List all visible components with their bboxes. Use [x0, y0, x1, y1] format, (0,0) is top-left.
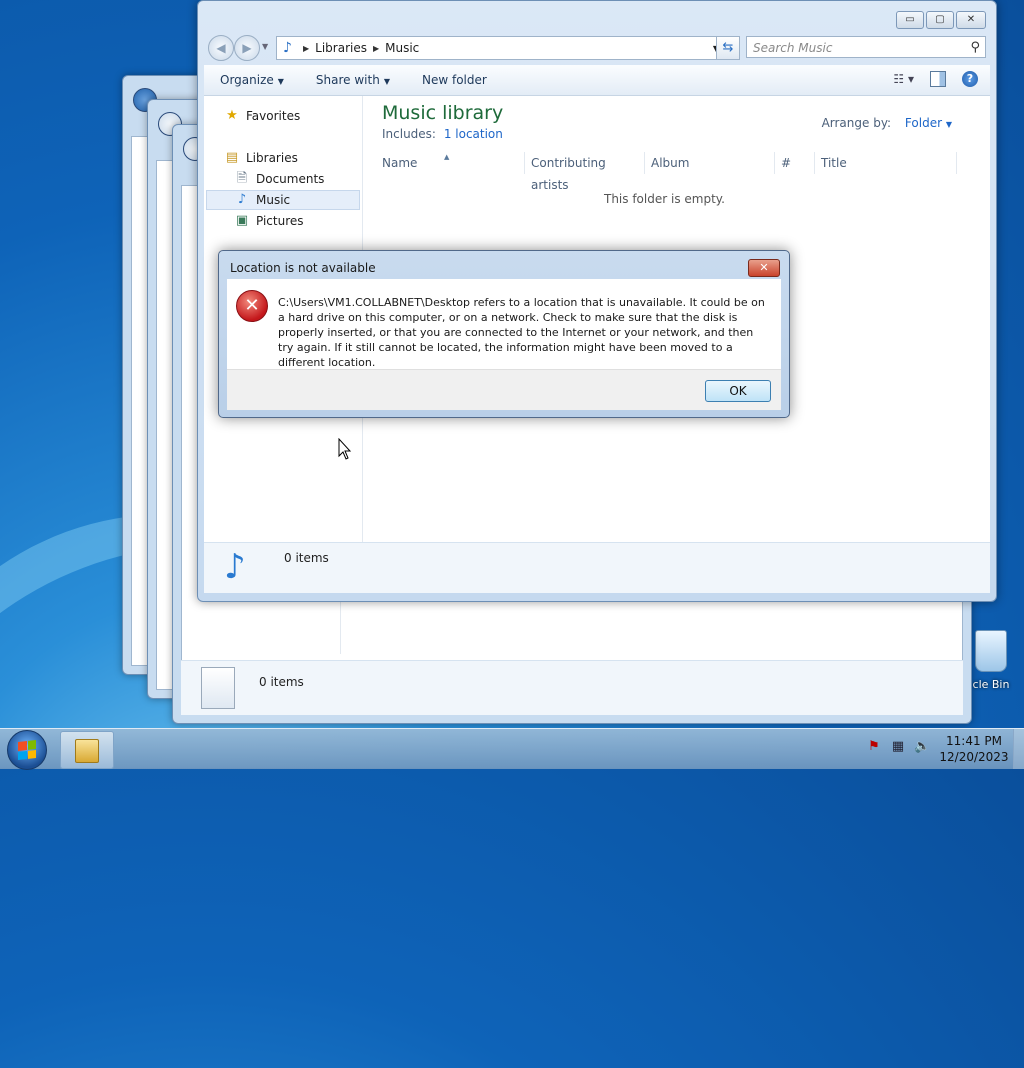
action-center-flag-icon[interactable]: ⚑ — [866, 739, 882, 755]
column-headers: ▲ Name Contributing artists Album # Title — [376, 152, 978, 192]
windows-logo-icon — [18, 740, 36, 760]
breadcrumb-libraries[interactable]: Libraries — [315, 41, 367, 55]
breadcrumb-separator-icon[interactable]: ▶ — [373, 44, 379, 53]
taskbar-windows-explorer[interactable] — [60, 731, 114, 769]
details-pane: ♪ 0 items — [204, 542, 990, 593]
close-button[interactable]: ✕ — [956, 11, 986, 29]
forward-button[interactable]: ▶ — [234, 35, 260, 61]
error-icon: ✕ — [236, 290, 268, 322]
dialog-message: C:\Users\VM1.COLLABNET\Desktop refers to… — [278, 296, 765, 369]
search-input[interactable]: Search Music ⚲ — [746, 36, 986, 58]
clock-date: 12/20/2023 — [939, 750, 1009, 764]
status-item-count: 0 items — [284, 551, 329, 565]
share-with-menu[interactable]: Share with ▼ — [300, 73, 406, 87]
folder-icon — [75, 739, 99, 763]
music-library-icon: ♪ — [224, 547, 246, 587]
breadcrumb-music[interactable]: Music — [385, 41, 419, 55]
chevron-down-icon: ▼ — [383, 77, 390, 86]
chevron-down-icon: ▼ — [945, 120, 952, 129]
library-title: Music library — [382, 102, 504, 124]
preview-pane-icon[interactable] — [930, 71, 946, 87]
music-note-icon: ♪ — [283, 40, 292, 56]
dialog-footer: OK — [227, 369, 781, 410]
search-icon: ⚲ — [970, 40, 980, 55]
star-icon: ★ — [226, 108, 238, 123]
location-unavailable-dialog[interactable]: Location is not available ✕ ✕ C:\Users\V… — [218, 250, 790, 418]
command-bar: Organize ▼ Share with ▼ New folder ☷ ▾ ? — [204, 65, 990, 96]
picture-icon: ▣ — [235, 213, 249, 228]
documents-library-icon — [201, 667, 235, 709]
minimize-button[interactable]: ▭ — [896, 11, 924, 29]
start-button[interactable] — [7, 730, 47, 770]
back-button[interactable]: ◀ — [208, 35, 234, 61]
clock-time: 11:41 PM — [946, 734, 1002, 748]
maximize-button[interactable]: ▢ — [926, 11, 954, 29]
sort-ascending-icon: ▲ — [444, 153, 450, 161]
arrange-by-dropdown[interactable]: Folder ▼ — [905, 116, 952, 130]
system-tray: ⚑ ▦ 🔈 — [866, 739, 930, 755]
column-header-contributing-artists[interactable]: Contributing artists — [525, 152, 645, 192]
recycle-bin-icon — [975, 630, 1007, 672]
column-header-title[interactable]: Title — [815, 152, 957, 174]
library-locations-link[interactable]: 1 location — [444, 127, 503, 141]
taskbar-clock[interactable]: 11:41 PM 12/20/2023 — [934, 733, 1014, 765]
status-item-count: 0 items — [259, 675, 304, 689]
network-icon[interactable]: ▦ — [890, 739, 906, 755]
nav-item-music[interactable]: ♪ Music — [234, 190, 290, 210]
address-bar[interactable]: ♪ ▶ Libraries ▶ Music ▼ — [276, 36, 724, 60]
chevron-down-icon: ▼ — [277, 77, 284, 86]
column-header-album[interactable]: Album — [645, 152, 775, 174]
ok-button[interactable]: OK — [705, 380, 771, 402]
search-placeholder: Search Music — [753, 41, 833, 55]
library-includes: Includes: 1 location — [382, 127, 503, 141]
show-desktop-button[interactable] — [1013, 729, 1024, 769]
volume-muted-icon[interactable]: 🔈 — [914, 739, 930, 755]
nav-item-documents[interactable]: 🗎 Documents — [234, 169, 325, 189]
recent-pages-dropdown[interactable]: ▼ — [262, 42, 268, 51]
column-header-name[interactable]: ▲ Name — [376, 152, 525, 174]
new-folder-button[interactable]: New folder — [406, 73, 503, 87]
dialog-title: Location is not available — [230, 261, 376, 275]
dialog-body: ✕ C:\Users\VM1.COLLABNET\Desktop refers … — [227, 279, 781, 369]
nav-item-pictures[interactable]: ▣ Pictures — [234, 211, 304, 231]
help-icon[interactable]: ? — [962, 71, 978, 87]
column-header-track-number[interactable]: # — [775, 152, 815, 174]
music-note-icon: ♪ — [237, 192, 247, 207]
organize-menu[interactable]: Organize ▼ — [204, 73, 300, 87]
navigation-bar: ◀ ▶ ▼ ♪ ▶ Libraries ▶ Music ▼ ⇆ Search M… — [206, 34, 988, 61]
breadcrumb-separator-icon[interactable]: ▶ — [303, 44, 309, 53]
arrange-by: Arrange by: Folder ▼ — [821, 116, 952, 130]
taskbar: ⚑ ▦ 🔈 11:41 PM 12/20/2023 — [0, 728, 1024, 770]
change-view-icon[interactable]: ☷ ▾ — [893, 72, 914, 86]
refresh-button[interactable]: ⇆ — [716, 36, 740, 60]
libraries-icon: ▤ — [225, 150, 239, 165]
nav-item-favorites[interactable]: ★ Favorites — [224, 106, 300, 126]
window-controls: ▭ ▢ ✕ — [896, 11, 986, 29]
nav-item-libraries[interactable]: ▤ Libraries — [224, 148, 298, 168]
background-window-status-bar: 0 items — [181, 660, 963, 715]
dialog-close-button[interactable]: ✕ — [748, 259, 780, 277]
empty-folder-message: This folder is empty. — [604, 192, 725, 206]
document-icon: 🗎 — [236, 171, 248, 186]
